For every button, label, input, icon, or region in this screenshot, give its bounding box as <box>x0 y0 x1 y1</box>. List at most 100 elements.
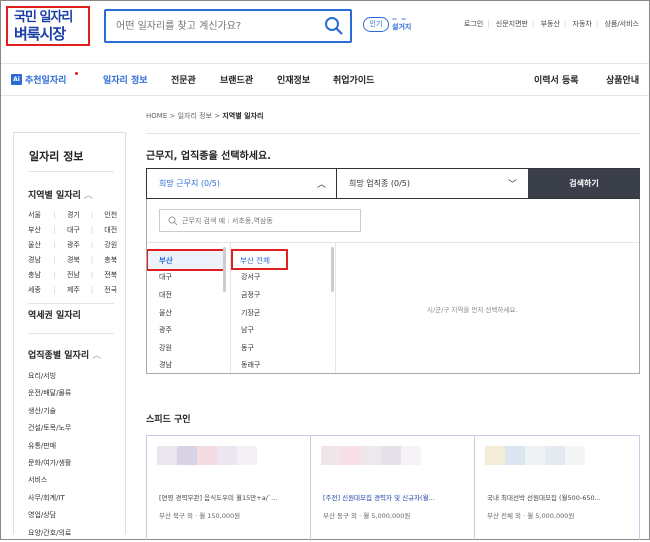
filter-bar: 희망 근무지 (0/5) ︿ 희망 업직종 (0/5) ﹀ 검색하기 <box>146 168 640 199</box>
breadcrumb-jobinfo[interactable]: 일자리 정보 <box>178 112 212 120</box>
job-card-title: 국내 최대선박 선원대모집 (월500-650... <box>487 494 601 502</box>
site-logo[interactable]: 국민 일자리 벼룩시장 <box>6 6 90 46</box>
nav-brand[interactable]: 브랜드관 <box>220 73 253 86</box>
jobtype-link[interactable]: 사무/회계/IT <box>28 490 71 507</box>
jobtype-link[interactable]: 운전/배달/물류 <box>28 385 71 402</box>
jobtype-link[interactable]: 요리/서빙 <box>28 368 71 385</box>
location-select[interactable]: 희망 근무지 (0/5) ︿ <box>147 169 337 198</box>
blurred-thumbnail <box>157 446 277 484</box>
main-search-input[interactable] <box>116 17 316 35</box>
district-option[interactable]: 남구 <box>241 325 254 335</box>
region-link[interactable]: 전북 <box>101 270 120 280</box>
search-button[interactable]: 검색하기 <box>528 169 640 198</box>
logo-line-1: 국민 일자리 <box>14 10 73 25</box>
nav-guide[interactable]: 취업가이드 <box>333 73 374 86</box>
region-link[interactable]: 인천 <box>101 210 120 220</box>
region-option[interactable]: 대구 <box>159 272 172 282</box>
region-section-title[interactable]: 지역별 일자리 ︿ <box>28 188 93 201</box>
station-section-title[interactable]: 역세권 일자리 <box>28 308 81 321</box>
job-card-meta: 부산 동구 외 · 월 5,000,000원 <box>323 512 411 520</box>
popular-keyword[interactable]: ‒ ‒ 설거지 <box>392 15 411 31</box>
location-search-input[interactable] <box>182 215 352 227</box>
job-card[interactable]: [연령 경력무관] 음식도우미 월15만+a/`... 부산 북구 외 · 월 … <box>147 436 311 541</box>
region-link[interactable]: 부산 <box>28 225 45 235</box>
region-link[interactable]: 대전 <box>101 225 120 235</box>
region-option[interactable]: 대전 <box>159 290 172 300</box>
district-option[interactable]: 동래구 <box>241 360 260 370</box>
login-link[interactable]: 로그인 <box>464 20 483 28</box>
district-option[interactable]: 기장군 <box>241 308 260 318</box>
chevron-up-icon: ︿ <box>316 180 326 190</box>
popular-badge: 인기 <box>363 17 389 32</box>
region-option[interactable]: 광주 <box>159 325 172 335</box>
district-column: 부산 전체 강서구 금정구 기장군 남구 동구 동래구 <box>231 243 336 373</box>
breadcrumb-home[interactable]: HOME <box>146 112 167 120</box>
region-section-label: 지역별 일자리 <box>28 191 81 201</box>
scrollbar[interactable] <box>223 247 226 292</box>
region-link[interactable]: 충남 <box>28 270 45 280</box>
district-option-selected[interactable]: 부산 전체 <box>231 249 288 270</box>
location-panel: 부산 대구 대전 울산 광주 강원 경남 부산 전체 강서구 금정구 기장군 남… <box>146 199 640 374</box>
popular-keyword-text: 설거지 <box>392 23 412 31</box>
products-link[interactable]: 상품/서비스 <box>604 20 639 28</box>
scrollbar[interactable] <box>331 247 334 292</box>
jobtype-link[interactable]: 생산/기술 <box>28 403 71 420</box>
car-link[interactable]: 자동차 <box>573 20 592 28</box>
region-link[interactable]: 세종 <box>28 285 45 295</box>
newspaper-link[interactable]: 신문지면판 <box>496 20 528 28</box>
divider: | <box>563 20 567 28</box>
jobtype-link[interactable]: 서비스 <box>28 472 71 489</box>
region-link[interactable]: 전남 <box>64 270 83 280</box>
region-link[interactable]: 광주 <box>64 240 83 250</box>
district-option[interactable]: 동구 <box>241 343 254 353</box>
region-link[interactable]: 경기 <box>64 210 83 220</box>
region-link[interactable]: 강원 <box>101 240 120 250</box>
divider: | <box>532 20 535 28</box>
jobtype-link[interactable]: 문화/여가/생활 <box>28 455 71 472</box>
region-option[interactable]: 울산 <box>159 308 172 318</box>
empty-message: 시/군/구 지역을 먼저 선택하세요. <box>427 306 518 314</box>
jobtype-link[interactable]: 유통/판매 <box>28 438 71 455</box>
district-option-label: 부산 전체 <box>240 256 270 265</box>
region-link[interactable]: 충북 <box>101 255 120 265</box>
region-link[interactable]: 제주 <box>64 285 83 295</box>
nav-talent[interactable]: 인재정보 <box>277 73 310 86</box>
location-search-box <box>159 209 361 232</box>
jobtype-section-title[interactable]: 업직종별 일자리 ︿ <box>28 348 101 361</box>
region-link[interactable]: 전국 <box>101 285 120 295</box>
region-option[interactable]: 경남 <box>159 360 172 370</box>
region-link[interactable]: 경남 <box>28 255 45 265</box>
jobtype-link[interactable]: 영업/상담 <box>28 507 71 524</box>
search-icon[interactable] <box>324 16 344 36</box>
realestate-link[interactable]: 부동산 <box>541 20 560 28</box>
chevron-down-icon: ﹀ <box>507 180 517 190</box>
nav-product[interactable]: 상품안내 <box>606 73 639 86</box>
jobtype-section-label: 업직종별 일자리 <box>28 351 90 361</box>
district-option[interactable]: 강서구 <box>241 272 260 282</box>
nav-jobinfo[interactable]: 일자리 정보 <box>103 73 148 86</box>
speed-section-title: 스피드 구인 <box>146 415 191 425</box>
region-link[interactable]: 대구 <box>64 225 83 235</box>
main-search-box <box>104 9 352 43</box>
nav-resume[interactable]: 이력서 등록 <box>534 73 579 86</box>
job-card[interactable]: 국내 최대선박 선원대모집 (월500-650... 부산 전체 외 · 월 5… <box>475 436 639 541</box>
nav-recommend[interactable]: 추천일자리 <box>25 73 66 86</box>
divider: | <box>595 20 599 28</box>
jobtype-link[interactable]: 요양/간호/의료 <box>28 525 71 542</box>
region-link[interactable]: 서울 <box>28 210 45 220</box>
job-card[interactable]: [주전] 신원대모집 경력자 및 신규자(월... 부산 동구 외 · 월 5,… <box>311 436 475 541</box>
region-link[interactable]: 울산 <box>28 240 45 250</box>
nav-special[interactable]: 전문관 <box>171 73 196 86</box>
region-link[interactable]: 경북 <box>64 255 83 265</box>
breadcrumb-current: 지역별 일자리 <box>222 112 264 120</box>
jobtype-link[interactable]: 건설/토목/노무 <box>28 420 71 437</box>
district-option[interactable]: 금정구 <box>241 290 260 300</box>
region-column: 부산 대구 대전 울산 광주 강원 경남 <box>147 243 231 373</box>
jobtype-select[interactable]: 희망 업직종 (0/5) ﹀ <box>337 169 527 198</box>
sidebar: 일자리 정보 지역별 일자리 ︿ 서울 | 경기 | 인천 부산 | 대구 | 대전 울산 | 광주 |… <box>13 132 126 537</box>
speed-cards: [연령 경력무관] 음식도우미 월15만+a/`... 부산 북구 외 · 월 … <box>146 435 640 541</box>
region-option-selected[interactable]: 부산 <box>147 249 225 271</box>
region-option[interactable]: 강원 <box>159 343 172 353</box>
divider: | <box>487 20 490 28</box>
blurred-thumbnail <box>485 446 605 484</box>
